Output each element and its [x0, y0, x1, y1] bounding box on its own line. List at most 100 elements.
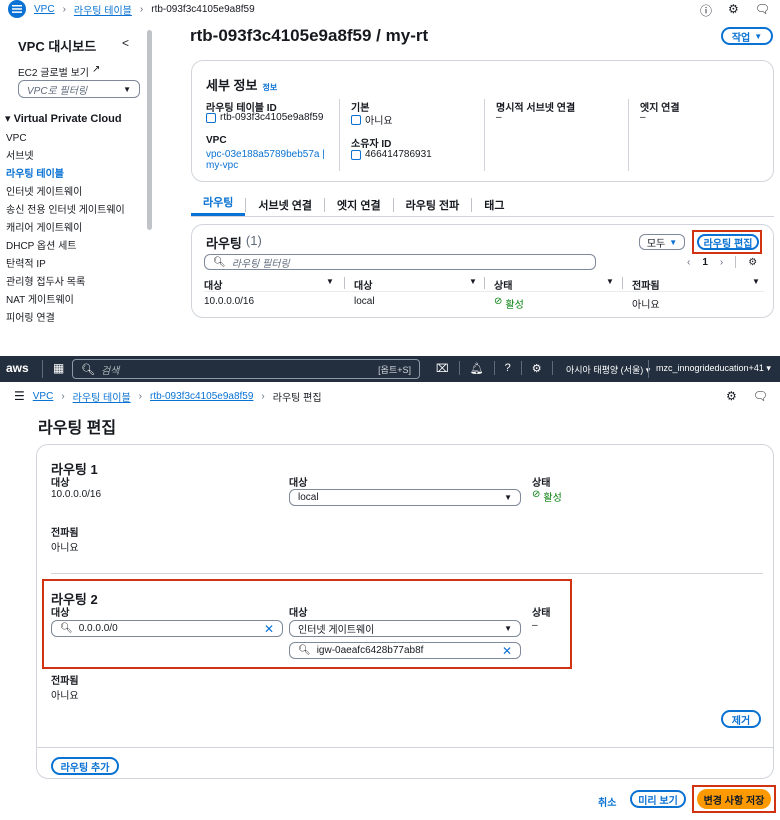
ec2-global-link[interactable]: EC2 글로벌 보기 ↗	[18, 64, 100, 79]
sort-icon[interactable]: ▼	[326, 277, 334, 286]
settings-icon[interactable]: ⚙	[728, 2, 739, 19]
menu-icon[interactable]	[8, 0, 26, 18]
route1-target-select[interactable]: local ▼	[289, 489, 521, 506]
caret-down-icon: ▼	[669, 237, 678, 247]
info-icon[interactable]: ⓘ	[700, 2, 712, 19]
settings-icon[interactable]: ⚙	[748, 257, 757, 268]
sidebar-item-nat[interactable]: NAT 게이트웨이	[6, 292, 125, 310]
sidebar-filter[interactable]: VPC로 필터링 ▼	[18, 80, 140, 98]
cloudshell-icon[interactable]: ⌧	[436, 362, 449, 375]
breadcrumb-route-tables[interactable]: 라우팅 테이블	[74, 2, 132, 17]
copy-icon[interactable]	[351, 149, 361, 160]
details-card: 세부 정보 정보 라우팅 테이블 ID rtb-093f3c4105e9a8f5…	[191, 60, 774, 182]
tab-routes[interactable]: 라우팅	[191, 194, 246, 216]
feedback-icon[interactable]: 🗨	[753, 389, 768, 403]
sidebar-section[interactable]: ▾ Virtual Private Cloud	[5, 112, 122, 125]
tab-edge-associations[interactable]: 엣지 연결	[325, 197, 393, 213]
main-value: 아니요	[365, 116, 393, 127]
cancel-button[interactable]: 취소	[598, 794, 616, 809]
sidebar-scrollbar[interactable]	[147, 30, 152, 230]
route1-status-label: 상태	[532, 478, 551, 489]
route1-target-label: 대상	[289, 478, 308, 489]
chevron-right-icon: ›	[62, 3, 66, 15]
route-table-id-value: rtb-093f3c4105e9a8f59	[220, 112, 324, 123]
sidebar-item-dhcp[interactable]: DHCP 옵션 세트	[6, 238, 125, 256]
sidebar-item-route-tables[interactable]: 라우팅 테이블	[6, 166, 125, 184]
vpc-link[interactable]: vpc-03e188a5789beb57a | my-vpc	[206, 149, 325, 171]
sidebar-collapse-button[interactable]: <	[122, 36, 129, 50]
account-menu[interactable]: mzc_innogrideducation+41 ▾	[656, 363, 771, 374]
owner-label: 소유자 ID	[351, 139, 392, 150]
breadcrumb-current: rtb-093f3c4105e9a8f59	[151, 3, 255, 15]
tab-route-propagation[interactable]: 라우팅 전파	[394, 197, 472, 213]
prev-page-button[interactable]: ‹	[687, 257, 690, 268]
col-status[interactable]: 상태	[494, 277, 512, 292]
copy-icon[interactable]	[351, 114, 361, 125]
route2-igw-input[interactable]: 🔍︎ igw-0aeafc6428b77ab8f ✕	[289, 642, 521, 659]
search-icon: 🔍︎	[81, 363, 95, 376]
settings-icon[interactable]: ⚙	[532, 362, 542, 375]
caret-down-icon: ▼	[123, 84, 131, 94]
external-link-icon: ↗	[92, 64, 101, 75]
page-title: rtb-093f3c4105e9a8f59 / my-rt	[190, 26, 429, 45]
info-link[interactable]: 정보	[262, 82, 277, 93]
sidebar-item-vpc[interactable]: VPC	[6, 130, 125, 148]
tab-tags[interactable]: 태그	[472, 197, 516, 213]
check-circle-icon: ⊘	[532, 489, 541, 500]
page-number[interactable]: 1	[702, 257, 708, 268]
row-destination: 10.0.0.0/16	[204, 296, 255, 307]
routes-count: (1)	[245, 233, 262, 248]
sidebar-item-prefix-lists[interactable]: 관리형 접두사 목록	[6, 274, 125, 292]
services-grid-icon[interactable]: ▦	[53, 361, 64, 375]
sort-icon[interactable]: ▼	[469, 277, 477, 286]
route2-dest-input[interactable]: 🔍︎ 0.0.0.0/0 ✕	[51, 620, 283, 637]
settings-icon[interactable]: ⚙	[726, 389, 737, 403]
notifications-icon[interactable]: 🔔︎	[470, 362, 484, 375]
chevron-right-icon: ›	[261, 390, 265, 402]
region-selector[interactable]: 아시아 태평양 (서울) ▾	[566, 363, 650, 376]
route2-target-select[interactable]: 인터넷 게이트웨이 ▼	[289, 620, 521, 637]
col-destination[interactable]: 대상	[204, 277, 222, 292]
routes-card: 라우팅 (1) 모두 ▼ 라우팅 편집 🔍︎ 라우팅 필터링 ‹ 1 › ⚙ 대상…	[191, 224, 774, 318]
edit-routes-card: 라우팅 1 대상 10.0.0.0/16 대상 local ▼ 상태 ⊘ 활성 전파…	[36, 444, 774, 779]
feedback-icon[interactable]: 🗨	[755, 2, 770, 19]
breadcrumb-vpc[interactable]: VPC	[33, 391, 54, 402]
add-route-button[interactable]: 라우팅 추가	[51, 757, 119, 775]
sidebar-item-carrier-gw[interactable]: 캐리어 게이트웨이	[6, 220, 125, 238]
breadcrumb-route-tables[interactable]: 라우팅 테이블	[73, 389, 131, 404]
col-propagated[interactable]: 전파됨	[632, 277, 660, 292]
preview-button[interactable]: 미리 보기	[630, 790, 686, 808]
aws-topnav: aws ▦ 🔍︎ 검색 [옵트+S] ⌧ 🔔︎ ? ⚙ 아시아 태평양 (서울)…	[0, 356, 780, 382]
sidebar-item-subnets[interactable]: 서브넷	[6, 148, 125, 166]
caret-down-icon: ▼	[754, 31, 763, 41]
routes-filter-input[interactable]: 🔍︎ 라우팅 필터링	[204, 254, 596, 270]
chevron-right-icon: ›	[61, 390, 65, 402]
sidebar-item-eip[interactable]: 탄력적 IP	[6, 256, 125, 274]
next-page-button[interactable]: ›	[720, 257, 723, 268]
sort-icon[interactable]: ▼	[752, 277, 760, 286]
route1-propagated-label: 전파됨	[51, 528, 79, 539]
route1-dest-value: 10.0.0.0/16	[51, 489, 102, 500]
breadcrumb-rtb[interactable]: rtb-093f3c4105e9a8f59	[150, 391, 253, 402]
col-target[interactable]: 대상	[354, 277, 372, 292]
route2-dest-label: 대상	[51, 608, 70, 619]
actions-button[interactable]: 작업 ▼	[721, 27, 773, 45]
aws-logo[interactable]: aws	[6, 361, 29, 375]
global-search[interactable]: 🔍︎ 검색 [옵트+S]	[72, 359, 420, 379]
clear-icon[interactable]: ✕	[502, 644, 512, 658]
sidebar-item-igw[interactable]: 인터넷 게이트웨이	[6, 184, 125, 202]
sidebar-item-egress-igw[interactable]: 송신 전용 인터넷 게이트웨이	[6, 202, 125, 220]
sort-icon[interactable]: ▼	[606, 277, 614, 286]
remove-button[interactable]: 제거	[721, 710, 761, 728]
clear-icon[interactable]: ✕	[264, 622, 274, 636]
row-target: local	[354, 296, 375, 307]
breadcrumb-vpc[interactable]: VPC	[34, 4, 55, 15]
help-icon[interactable]: ?	[505, 362, 511, 374]
filter-all-select[interactable]: 모두 ▼	[639, 234, 685, 250]
route1-dest-label: 대상	[51, 478, 70, 489]
tab-subnet-associations[interactable]: 서브넷 연결	[246, 197, 324, 213]
explicit-subnet-value: –	[496, 112, 502, 123]
copy-icon[interactable]	[206, 112, 216, 123]
sidebar-item-peering[interactable]: 피어링 연결	[6, 310, 125, 328]
menu-icon[interactable]: ☰	[14, 389, 25, 403]
